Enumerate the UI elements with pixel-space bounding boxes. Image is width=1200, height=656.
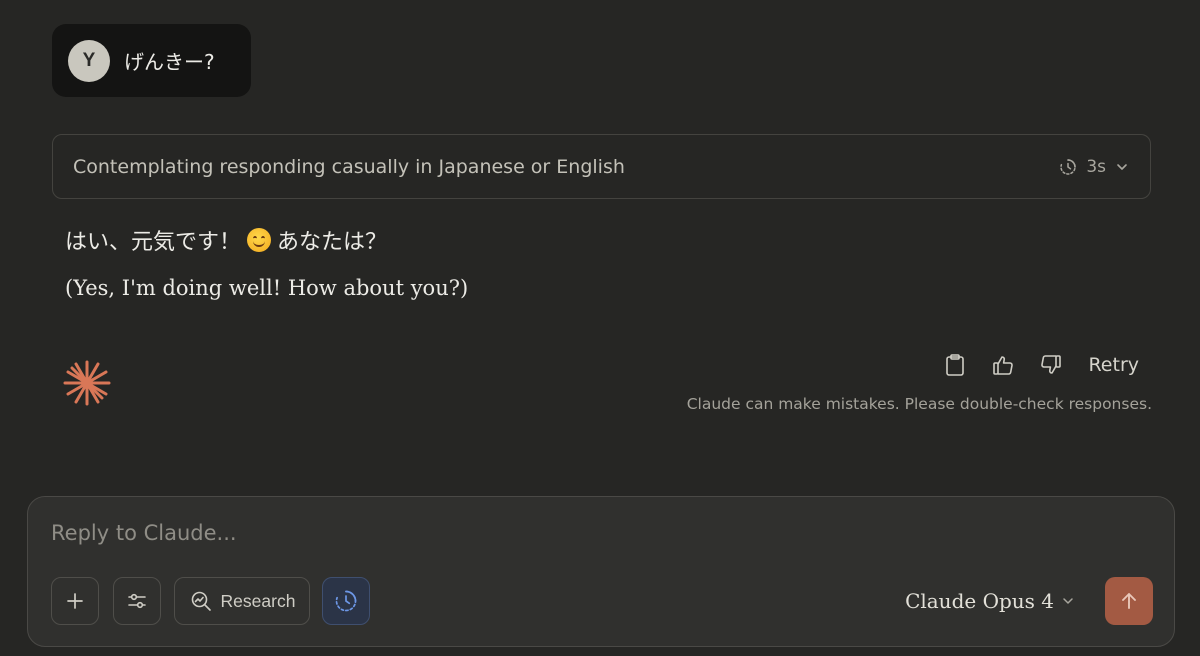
- research-magnifier-icon: [191, 591, 211, 611]
- chevron-down-icon: [1063, 598, 1073, 604]
- claude-spark-logo-icon: [62, 358, 112, 408]
- smiling-face-emoji-icon: [247, 228, 272, 252]
- timer-icon: [1058, 157, 1078, 177]
- model-label: Claude Opus 4: [905, 589, 1054, 613]
- thumbs-down-icon[interactable]: [1038, 352, 1064, 378]
- thinking-duration: 3s: [1086, 156, 1106, 177]
- user-message: Y げんきー?: [52, 24, 251, 97]
- composer: Research Claude Opus 4: [27, 496, 1175, 647]
- disclaimer-text: Claude can make mistakes. Please double-…: [686, 395, 1152, 413]
- retry-button[interactable]: Retry: [1088, 354, 1139, 376]
- response-actions: Retry: [942, 352, 1139, 378]
- arrow-up-icon: [1122, 593, 1136, 609]
- chevron-down-icon[interactable]: [1114, 159, 1130, 175]
- response-japanese: はい、元気です！ あなたは？: [65, 220, 468, 260]
- clock-icon: [335, 590, 357, 612]
- response-japanese-part-1: はい、元気です！: [65, 230, 242, 255]
- send-button[interactable]: [1105, 577, 1153, 625]
- thinking-summary[interactable]: Contemplating responding casually in Jap…: [52, 134, 1151, 199]
- model-selector[interactable]: Claude Opus 4: [905, 589, 1076, 613]
- reply-input[interactable]: [51, 521, 1141, 545]
- chat-window: Y げんきー? Contemplating responding casuall…: [0, 0, 1200, 656]
- copy-icon[interactable]: [942, 352, 968, 378]
- user-message-text: げんきー?: [124, 50, 215, 74]
- thinking-meta: 3s: [1058, 157, 1130, 177]
- response-english: (Yes, I'm doing well! How about you?): [65, 276, 469, 300]
- sliders-icon: [128, 593, 146, 609]
- research-button[interactable]: Research: [174, 577, 310, 625]
- thumbs-up-icon[interactable]: [990, 352, 1016, 378]
- assistant-response: はい、元気です！ あなたは？ (Yes, I'm doing well! How…: [65, 220, 468, 300]
- avatar: Y: [68, 39, 110, 82]
- tools-settings-button[interactable]: [113, 577, 161, 625]
- thinking-label: Contemplating responding casually in Jap…: [73, 155, 625, 178]
- response-japanese-part-2: あなたは？: [277, 230, 388, 255]
- add-attachment-button[interactable]: [51, 577, 99, 625]
- research-label: Research: [220, 590, 296, 611]
- plus-icon: [67, 593, 83, 609]
- extended-thinking-button[interactable]: [322, 577, 370, 625]
